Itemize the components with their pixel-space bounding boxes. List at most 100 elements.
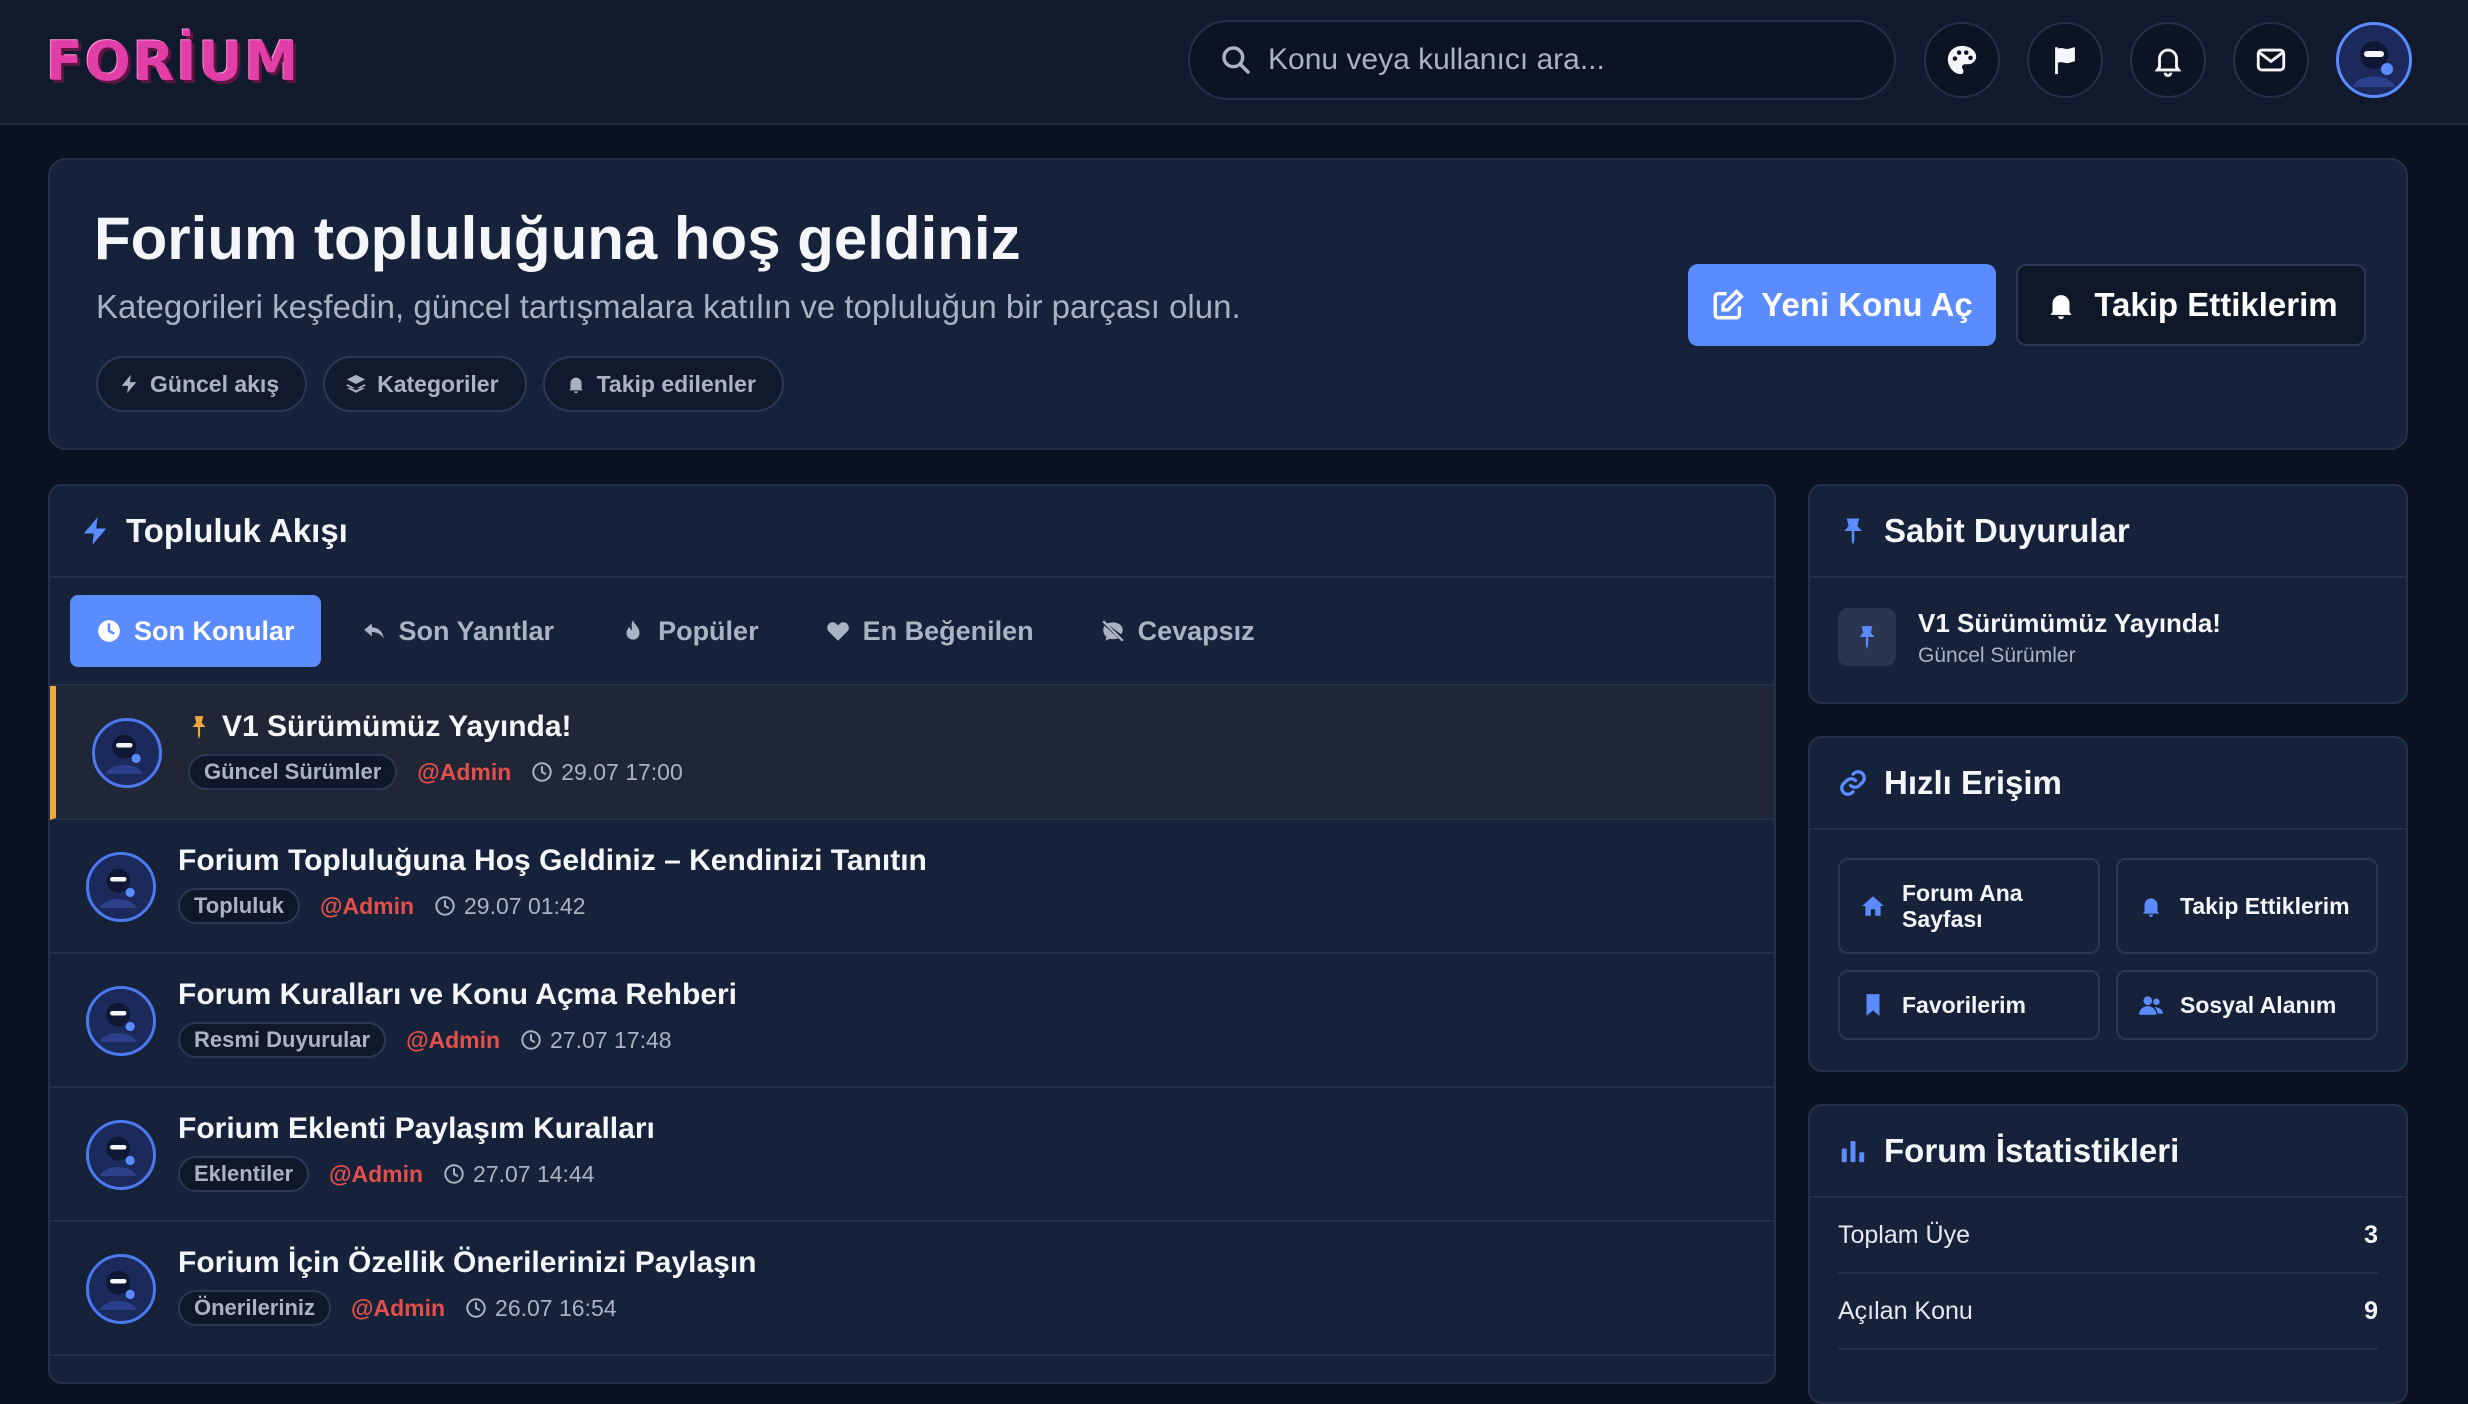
notifications-button[interactable] xyxy=(2130,22,2206,98)
tab-label: En Beğenilen xyxy=(862,615,1034,646)
clock-icon xyxy=(532,762,552,782)
announcements-header: Sabit Duyurular xyxy=(1810,486,2406,578)
topic-title[interactable]: Forium Topluluğuna Hoş Geldiniz – Kendin… xyxy=(178,844,927,878)
clock-icon xyxy=(444,1164,464,1184)
home-icon xyxy=(1862,896,1884,916)
category-badge[interactable]: Eklentiler xyxy=(178,1156,310,1192)
quick-favorites-button[interactable]: Favorilerim xyxy=(1838,970,2100,1040)
fire-icon xyxy=(626,620,640,640)
author-avatar[interactable] xyxy=(86,1120,156,1190)
chip-label: Güncel akış xyxy=(150,370,280,397)
tab-latest-topics[interactable]: Son Konular xyxy=(70,595,321,667)
following-label: Takip Ettiklerim xyxy=(2094,286,2338,323)
quick-home-button[interactable]: Forum Ana Sayfası xyxy=(1838,858,2100,954)
stat-value: 9 xyxy=(2364,1296,2378,1325)
comment-slash-icon xyxy=(1102,620,1124,642)
heart-icon xyxy=(826,622,849,641)
reports-button[interactable] xyxy=(2027,22,2103,98)
theme-button[interactable] xyxy=(1924,22,2000,98)
category-badge[interactable]: Topluluk xyxy=(178,888,301,924)
author-link[interactable]: @Admin xyxy=(406,1027,500,1054)
clock-icon xyxy=(98,620,120,642)
author-link[interactable]: @Admin xyxy=(329,1161,423,1188)
stat-label: Açılan Konu xyxy=(1838,1296,1973,1325)
chip-categories[interactable]: Kategoriler xyxy=(323,356,527,412)
topic-meta: Topluluk @Admin 29.07 01:42 xyxy=(178,888,586,924)
time-text: 27.07 17:48 xyxy=(550,1026,672,1053)
topic-time: 27.07 14:44 xyxy=(443,1161,595,1188)
tab-unanswered[interactable]: Cevapsız xyxy=(1074,595,1281,667)
topic-row[interactable]: Forum Kuralları ve Konu Açma Rehberi Res… xyxy=(50,954,1774,1088)
avatar-image xyxy=(2339,25,2409,95)
topic-title[interactable]: V1 Sürümümüz Yayında! xyxy=(222,710,572,744)
topic-title[interactable]: Forum Kuralları ve Konu Açma Rehberi xyxy=(178,978,737,1012)
author-avatar[interactable] xyxy=(86,986,156,1056)
bell-icon xyxy=(568,377,583,394)
bell-icon xyxy=(2050,295,2072,320)
announcement-icon-box xyxy=(1838,608,1896,666)
bar-chart-icon xyxy=(1841,1141,1865,1163)
announcement-title[interactable]: V1 Sürümümüz Yayında! xyxy=(1918,608,2221,639)
avatar-image xyxy=(89,989,148,1048)
quick-label: Takip Ettiklerim xyxy=(2180,892,2350,919)
new-topic-button[interactable]: Yeni Konu Aç xyxy=(1688,264,1996,346)
topic-time: 29.07 01:42 xyxy=(434,893,586,920)
announcements-title: Sabit Duyurular xyxy=(1884,512,2130,549)
stat-value: 3 xyxy=(2364,1220,2378,1249)
feed-title: Topluluk Akışı xyxy=(126,512,348,549)
quick-following-button[interactable]: Takip Ettiklerim xyxy=(2116,858,2378,954)
time-text: 26.07 16:54 xyxy=(495,1294,617,1321)
chip-current-feed[interactable]: Güncel akış xyxy=(96,356,308,412)
hero-chips: Güncel akış Kategoriler Takip edilenler xyxy=(96,356,784,412)
topic-row-pinned[interactable]: V1 Sürümümüz Yayında! Güncel Sürümler @A… xyxy=(50,686,1774,820)
topic-title[interactable]: Forium İçin Özellik Önerilerinizi Paylaş… xyxy=(178,1246,757,1280)
search-icon xyxy=(1222,46,1250,74)
topic-time: 29.07 17:00 xyxy=(531,759,683,786)
topic-title[interactable]: Forium Eklenti Paylaşım Kuralları xyxy=(178,1112,655,1146)
forium-logo[interactable]: FORİUM xyxy=(46,30,300,93)
tab-popular[interactable]: Popüler xyxy=(594,595,785,667)
chip-following[interactable]: Takip edilenler xyxy=(542,356,784,412)
topic-meta: Güncel Sürümler @Admin 29.07 17:00 xyxy=(188,754,683,790)
author-avatar[interactable] xyxy=(86,852,156,922)
pinned-announcements-card: Sabit Duyurular V1 Sürümümüz Yayında! Gü… xyxy=(1808,484,2408,704)
user-avatar[interactable] xyxy=(2336,22,2412,98)
link-icon xyxy=(1840,770,1866,796)
announcement-category: Güncel Sürümler xyxy=(1918,644,2076,667)
author-link[interactable]: @Admin xyxy=(417,759,511,786)
announcement-item[interactable]: V1 Sürümümüz Yayında! Güncel Sürümler xyxy=(1810,578,2406,702)
topic-time: 27.07 17:48 xyxy=(520,1027,672,1054)
quick-social-button[interactable]: Sosyal Alanım xyxy=(2116,970,2378,1040)
time-text: 29.07 01:42 xyxy=(464,892,586,919)
search-box[interactable] xyxy=(1188,20,1896,100)
bell-icon xyxy=(2154,48,2182,77)
tab-latest-replies[interactable]: Son Yanıtlar xyxy=(335,595,581,667)
author-link[interactable]: @Admin xyxy=(351,1295,445,1322)
avatar-image xyxy=(89,1257,148,1316)
messages-button[interactable] xyxy=(2233,22,2309,98)
stat-row-topics: Açılan Konu 9 xyxy=(1838,1274,2378,1350)
chip-label: Takip edilenler xyxy=(596,370,756,397)
quick-access-card: Hızlı Erişim Forum Ana Sayfası Takip Ett… xyxy=(1808,736,2408,1072)
avatar-image xyxy=(89,855,148,914)
topic-row[interactable]: Forium İçin Özellik Önerilerinizi Paylaş… xyxy=(50,1222,1774,1356)
reply-icon xyxy=(363,623,384,639)
author-avatar[interactable] xyxy=(92,718,162,788)
topic-row[interactable]: Forium Eklenti Paylaşım Kuralları Eklent… xyxy=(50,1088,1774,1222)
avatar-image xyxy=(89,1123,148,1182)
topic-meta: Eklentiler @Admin 27.07 14:44 xyxy=(178,1156,595,1192)
author-link[interactable]: @Admin xyxy=(320,893,414,920)
following-button[interactable]: Takip Ettiklerim xyxy=(2016,264,2366,346)
layers-icon xyxy=(346,374,366,393)
category-badge[interactable]: Güncel Sürümler xyxy=(188,754,398,790)
search-input[interactable] xyxy=(1268,43,1868,77)
category-badge[interactable]: Önerileriniz xyxy=(178,1290,332,1326)
tab-most-liked[interactable]: En Beğenilen xyxy=(799,595,1060,667)
top-bar: FORİUM xyxy=(0,0,2468,125)
topic-row[interactable]: Forium Topluluğuna Hoş Geldiniz – Kendin… xyxy=(50,820,1774,954)
category-badge[interactable]: Resmi Duyurular xyxy=(178,1022,387,1058)
quick-label: Forum Ana Sayfası xyxy=(1902,879,2023,932)
feed-tabs: Son Konular Son Yanıtlar Popüler En Beğe… xyxy=(50,578,1774,686)
envelope-icon xyxy=(2256,48,2286,72)
author-avatar[interactable] xyxy=(86,1254,156,1324)
